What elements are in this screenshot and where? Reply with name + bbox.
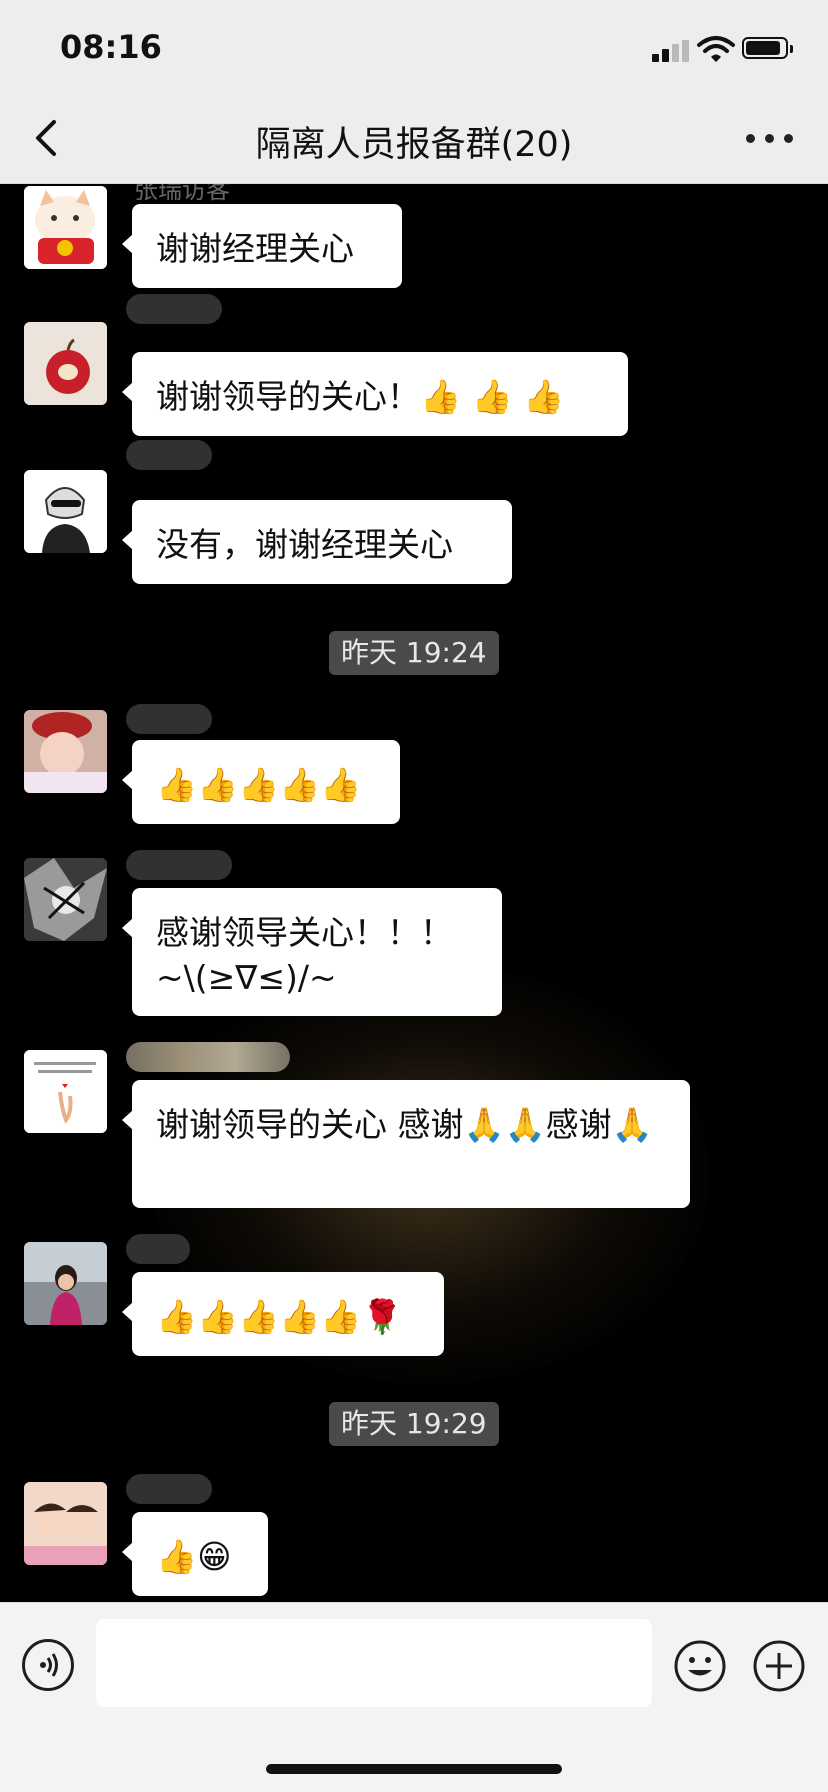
- group-title: 隔离人员报备群(20): [255, 125, 573, 165]
- emoji-icon[interactable]: [673, 1639, 727, 1693]
- sender-name-blurred: [126, 1042, 290, 1072]
- voice-input-icon[interactable]: [22, 1639, 74, 1691]
- sender-name-blurred: [126, 440, 212, 470]
- wifi-icon: [697, 36, 735, 62]
- message-list[interactable]: 张瑞访客 谢谢经理关心 谢谢领导的关心！👍 👍 👍 没有，谢谢经理关心 昨天 1…: [0, 184, 828, 1602]
- sender-name-blurred: [126, 850, 232, 880]
- avatar-anime[interactable]: [24, 858, 107, 941]
- status-bar: 08:16: [0, 0, 828, 92]
- status-time: 08:16: [60, 28, 162, 66]
- sender-name-blurred: [126, 704, 212, 734]
- message-bubble[interactable]: 感谢领导关心！！！ ~\(≥∇≤)/~: [122, 888, 502, 1016]
- sender-name-blurred: [126, 294, 222, 324]
- message-bubble[interactable]: 没有，谢谢经理关心: [122, 500, 512, 584]
- message-bubble[interactable]: 谢谢领导的关心！👍 👍 👍: [122, 352, 628, 436]
- message-timestamp: 昨天 19:29: [329, 1402, 499, 1446]
- plus-icon[interactable]: [752, 1639, 806, 1693]
- message-input[interactable]: [96, 1619, 652, 1707]
- avatar-apple[interactable]: [24, 322, 107, 405]
- home-indicator[interactable]: [266, 1764, 562, 1774]
- avatar-cartoon[interactable]: [24, 470, 107, 553]
- sender-name-blurred: [126, 1474, 212, 1504]
- avatar-lucky-cat[interactable]: [24, 186, 107, 269]
- battery-icon: [742, 37, 793, 59]
- avatar-child[interactable]: [24, 710, 107, 793]
- more-options-icon[interactable]: [746, 132, 794, 146]
- sender-name-blurred: [126, 1234, 190, 1264]
- avatar-finger-heart[interactable]: [24, 1050, 107, 1133]
- chat-header: 隔离人员报备群(20): [0, 92, 828, 184]
- message-bubble[interactable]: 👍😁: [122, 1512, 268, 1596]
- cellular-signal-icon: [652, 40, 690, 62]
- message-bubble[interactable]: 👍👍👍👍👍: [122, 740, 400, 824]
- message-bubble[interactable]: 谢谢领导的关心 感谢🙏🙏感谢🙏: [122, 1080, 690, 1208]
- avatar-kids[interactable]: [24, 1482, 107, 1565]
- message-bubble[interactable]: 谢谢经理关心: [122, 204, 402, 288]
- message-timestamp: 昨天 19:24: [329, 631, 499, 675]
- message-bubble[interactable]: 👍👍👍👍👍🌹: [122, 1272, 444, 1356]
- sender-name: 张瑞访客: [134, 184, 230, 204]
- avatar-woman[interactable]: [24, 1242, 107, 1325]
